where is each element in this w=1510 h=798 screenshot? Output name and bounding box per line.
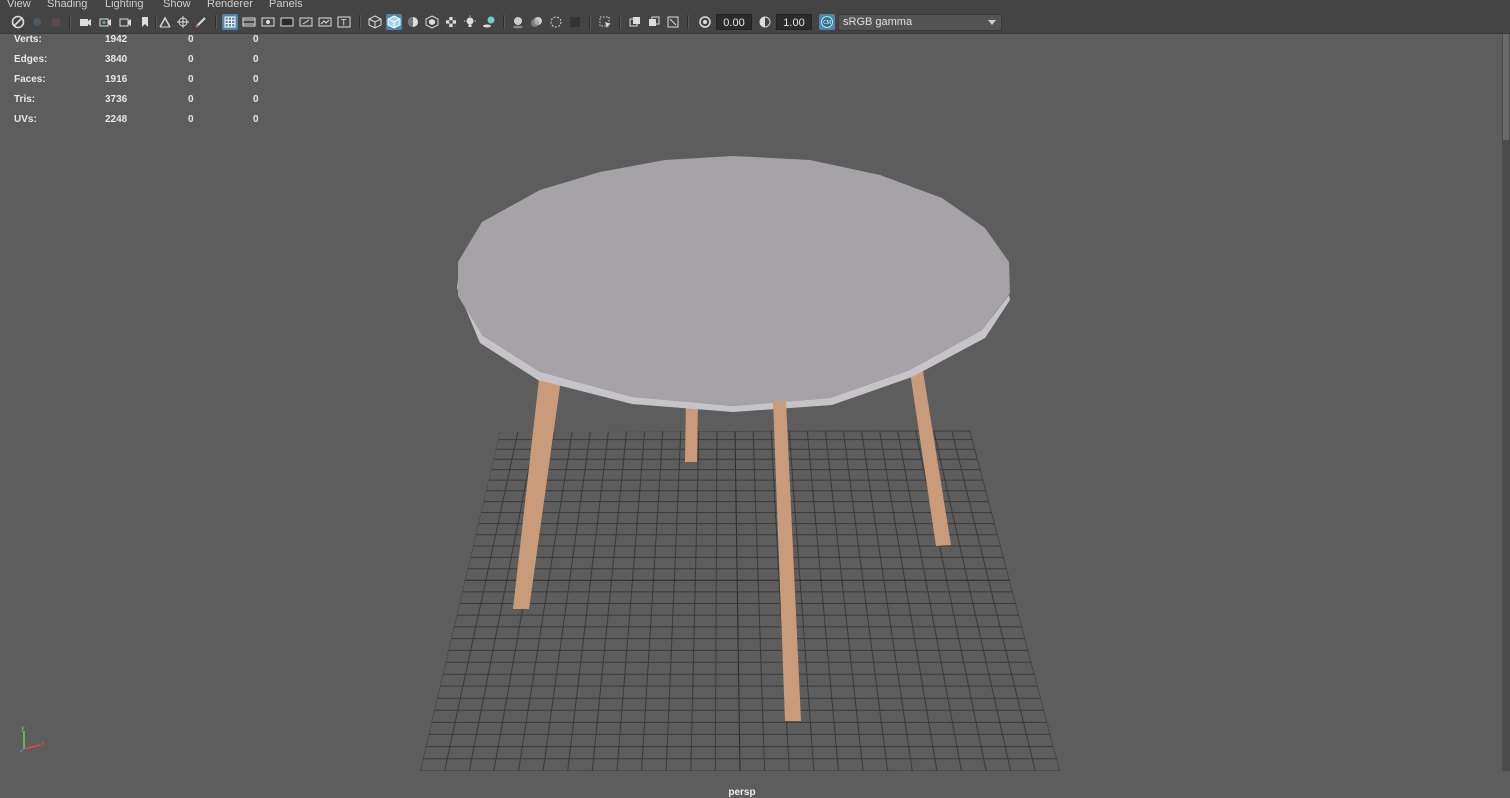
ground-grid xyxy=(420,430,1060,771)
hud-triangles: 0 xyxy=(253,114,259,125)
svg-text:x: x xyxy=(41,741,45,748)
hud-selected: 0 xyxy=(188,54,194,65)
smooth-shade-icon[interactable] xyxy=(386,14,402,30)
resolution-gate-icon[interactable] xyxy=(260,14,276,30)
table-leg-left xyxy=(513,370,562,609)
hud-selected: 0 xyxy=(188,114,194,125)
color-management-icon[interactable]: CM xyxy=(819,14,835,30)
hud-label: Edges: xyxy=(14,54,48,65)
backface-culling-icon[interactable] xyxy=(665,14,681,30)
hud-label: UVs: xyxy=(14,114,37,125)
dim-sphere-icon[interactable] xyxy=(29,14,45,30)
depth-of-field-icon[interactable] xyxy=(567,14,583,30)
menu-shading[interactable]: Shading xyxy=(47,0,87,11)
xray-active-icon[interactable] xyxy=(646,14,662,30)
menu-view[interactable]: View xyxy=(7,0,31,11)
hud-total: 2248 xyxy=(105,114,128,125)
camera-name-label: persp xyxy=(728,787,756,798)
scrollbar-thumb[interactable] xyxy=(1503,34,1509,140)
menu-lighting[interactable]: Lighting xyxy=(105,0,144,11)
hud-row: UVs: 2248 0 0 xyxy=(0,114,270,126)
motion-blur-icon[interactable] xyxy=(529,14,545,30)
menu-panels[interactable]: Panels xyxy=(269,0,303,11)
gamma-icon[interactable] xyxy=(757,14,773,30)
gamma-field[interactable]: 1.00 xyxy=(776,14,812,30)
camera-attributes-icon[interactable] xyxy=(97,14,113,30)
safe-action-icon[interactable] xyxy=(317,14,333,30)
panel-toolbar: T 0.00 1.00 CM sRGB gamma xyxy=(0,11,1510,34)
color-space-value: sRGB gamma xyxy=(843,16,913,28)
perspective-viewport[interactable]: y x persp xyxy=(0,34,1510,798)
gate-mask-icon[interactable] xyxy=(279,14,295,30)
hud-selected: 0 xyxy=(188,94,194,105)
bookmark-icon[interactable] xyxy=(137,14,153,30)
grease-pencil-icon[interactable] xyxy=(193,14,209,30)
menu-show[interactable]: Show xyxy=(163,0,191,11)
hud-triangles: 0 xyxy=(253,54,259,65)
shadows-icon[interactable] xyxy=(481,14,497,30)
exposure-icon[interactable] xyxy=(697,14,713,30)
no-entry-icon[interactable] xyxy=(10,14,26,30)
hud-total: 3840 xyxy=(105,54,128,65)
grid-icon[interactable] xyxy=(222,14,238,30)
hud-selected: 0 xyxy=(188,34,194,45)
hud-row: Edges: 3840 0 0 xyxy=(0,54,270,66)
exposure-field[interactable]: 0.00 xyxy=(716,14,752,30)
screen-space-ao-icon[interactable] xyxy=(510,14,526,30)
camera-lock-icon[interactable] xyxy=(117,14,133,30)
select-camera-icon[interactable] xyxy=(77,14,93,30)
hud-selected: 0 xyxy=(188,74,194,85)
svg-text:T: T xyxy=(341,18,347,28)
xray-icon[interactable] xyxy=(424,14,440,30)
menu-renderer[interactable]: Renderer xyxy=(207,0,253,11)
hud-row: Tris: 3736 0 0 xyxy=(0,94,270,106)
hud-total: 3736 xyxy=(105,94,128,105)
viewport-menu-bar: View Shading Lighting Show Renderer Pane… xyxy=(0,0,1510,11)
color-space-dropdown[interactable]: sRGB gamma xyxy=(838,14,1002,31)
chevron-down-icon xyxy=(986,16,998,29)
hud-total: 1916 xyxy=(105,74,128,85)
dim-square-icon[interactable] xyxy=(48,14,64,30)
table-leg-right xyxy=(909,365,951,546)
use-all-lights-icon[interactable] xyxy=(462,14,478,30)
svg-text:y: y xyxy=(21,725,25,732)
image-plane-icon[interactable] xyxy=(157,14,173,30)
anti-alias-icon[interactable] xyxy=(548,14,564,30)
hud-row: Verts: 1942 0 0 xyxy=(0,34,270,46)
hud-triangles: 0 xyxy=(253,74,259,85)
default-material-icon[interactable] xyxy=(405,14,421,30)
safe-title-icon[interactable]: T xyxy=(336,14,352,30)
wireframe-icon[interactable] xyxy=(367,14,383,30)
axis-gizmo: y x xyxy=(19,725,45,753)
textured-icon[interactable] xyxy=(443,14,459,30)
svg-text:CM: CM xyxy=(823,20,831,26)
hud-total: 1942 xyxy=(105,34,128,45)
xray-joints-icon[interactable] xyxy=(627,14,643,30)
hud-row: Faces: 1916 0 0 xyxy=(0,74,270,86)
2d-pan-zoom-icon[interactable] xyxy=(175,14,191,30)
vertical-scrollbar[interactable] xyxy=(1502,34,1510,771)
hud-label: Verts: xyxy=(14,34,42,45)
hud-triangles: 0 xyxy=(253,34,259,45)
field-chart-icon[interactable] xyxy=(298,14,314,30)
scene-view: y x xyxy=(19,156,1060,771)
isolate-select-icon[interactable] xyxy=(597,14,613,30)
hud-label: Tris: xyxy=(14,94,36,105)
hud-triangles: 0 xyxy=(253,94,259,105)
film-gate-icon[interactable] xyxy=(241,14,257,30)
hud-label: Faces: xyxy=(14,74,46,85)
